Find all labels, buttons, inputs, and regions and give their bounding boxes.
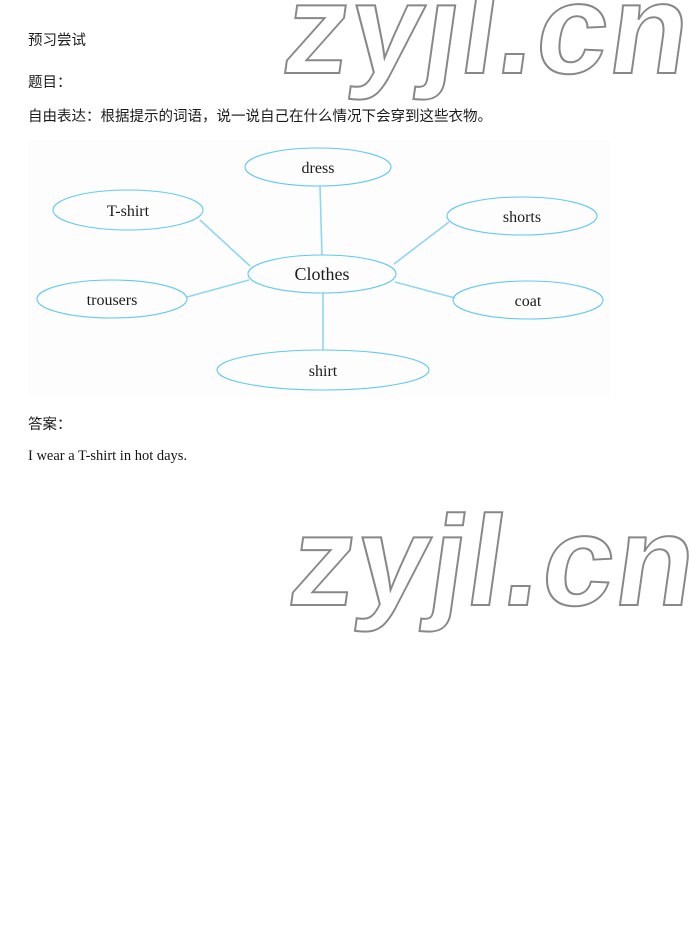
answer-label: 答案： bbox=[28, 417, 72, 433]
edge-center-to-shorts bbox=[393, 221, 450, 265]
node-shirt: shirt bbox=[216, 349, 430, 391]
question-text: 自由表达：根据提示的词语，说一说自己在什么情况下会穿到这些衣物。 bbox=[28, 109, 492, 125]
edge-center-to-trousers bbox=[186, 279, 250, 298]
node-label-coat: coat bbox=[515, 293, 542, 310]
node-label-shorts: shorts bbox=[503, 209, 541, 226]
edge-center-to-tshirt bbox=[199, 219, 251, 267]
node-center: Clothes bbox=[247, 254, 397, 294]
node-trousers: trousers bbox=[36, 279, 188, 319]
node-label-shirt: shirt bbox=[309, 363, 338, 380]
node-label-center: Clothes bbox=[294, 264, 349, 284]
node-coat: coat bbox=[452, 280, 604, 320]
node-label-dress: dress bbox=[302, 160, 335, 177]
mind-map-svg: Clothes dress T-shirt trousers shorts coat shi… bbox=[36, 147, 604, 391]
section-heading: 预习尝试 bbox=[28, 33, 86, 49]
node-tshirt: T-shirt bbox=[52, 189, 204, 231]
watermark-bottom: zyjl.cn bbox=[281, 489, 690, 634]
node-label-trousers: trousers bbox=[87, 292, 138, 309]
node-dress: dress bbox=[244, 147, 392, 187]
question-label: 题目： bbox=[28, 75, 72, 91]
node-shorts: shorts bbox=[446, 196, 598, 236]
watermark-top: zyjl.cn bbox=[275, 0, 690, 102]
edge-center-to-dress bbox=[319, 185, 323, 256]
clothes-mind-map-image: Clothes dress T-shirt trousers shorts coat shi… bbox=[28, 140, 610, 398]
edge-center-to-coat bbox=[394, 281, 456, 299]
answer-text: I wear a T-shirt in hot days. bbox=[28, 448, 188, 464]
node-label-tshirt: T-shirt bbox=[107, 203, 150, 220]
node-layer: Clothes dress T-shirt trousers shorts coat shi… bbox=[36, 147, 604, 391]
